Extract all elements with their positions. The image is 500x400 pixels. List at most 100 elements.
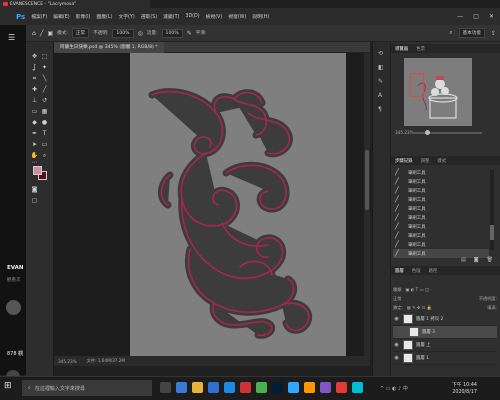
tab-channels[interactable]: 色版 [412, 268, 421, 274]
history-item[interactable]: ╱ 筆刷工具 [393, 186, 489, 195]
taskbar-search[interactable]: ⌕ 在這裡輸入文字來搜尋 [22, 380, 152, 396]
eyedropper-icon[interactable]: ╲ [40, 74, 49, 83]
flow-input[interactable]: 100% [161, 28, 183, 38]
history-item[interactable]: ╱ 筆刷工具 [393, 168, 489, 177]
menu-select[interactable]: 選取(S) [141, 13, 157, 20]
navigator-zoom[interactable]: 345.23% [395, 130, 414, 135]
lock-icons[interactable]: ▦ ✎ ✥ ⊡ 🔒 [407, 305, 432, 311]
layer-filter-kind[interactable]: 種類 [393, 287, 401, 293]
menu-edit[interactable]: 編輯(E) [53, 13, 69, 20]
foreground-color-swatch[interactable] [33, 166, 42, 175]
mail-icon[interactable] [224, 382, 235, 393]
document-tab[interactable]: 阿蘭生日快樂.psd @ 345% (圖層 1, RGB/8) * [54, 41, 164, 53]
layer-row[interactable]: ◉ 圖層 上 [393, 339, 497, 352]
canvas[interactable] [130, 53, 346, 356]
zoom-tool-icon[interactable]: ⌕ [40, 151, 49, 160]
move-tool-icon[interactable]: ✥ [30, 52, 39, 61]
stamp-tool-icon[interactable]: ⊥ [30, 96, 39, 105]
menu-window[interactable]: 視窗(W) [228, 13, 246, 20]
history-item[interactable]: ╱ 筆刷工具 [393, 204, 489, 213]
marquee-tool-icon[interactable]: ⬚ [40, 52, 49, 61]
minimize-button[interactable]: — [457, 13, 463, 20]
history-panel-icon[interactable]: ⟲ [378, 50, 383, 57]
eye-icon[interactable]: ◉ [393, 355, 400, 361]
navigator-zoom-slider[interactable] [412, 132, 482, 134]
workspace-select[interactable]: 基本功能 [458, 28, 485, 38]
healing-brush-icon[interactable]: ✚ [30, 85, 39, 94]
hamburger-icon[interactable]: ☰ [8, 33, 15, 42]
menu-file[interactable]: 檔案(F) [31, 13, 47, 20]
eye-icon[interactable]: ◉ [393, 316, 400, 322]
file-explorer-icon[interactable] [192, 382, 203, 393]
history-item[interactable]: ╱ 筆刷工具 [393, 213, 489, 222]
app-icon[interactable] [352, 382, 363, 393]
tab-paths[interactable]: 路徑 [429, 268, 438, 274]
eye-icon[interactable]: ◉ [393, 342, 400, 348]
menu-filter[interactable]: 濾鏡(T) [163, 13, 179, 20]
history-item[interactable]: ╱ 筆刷工具 [393, 231, 489, 240]
app-icon[interactable] [240, 382, 251, 393]
new-document-icon[interactable]: ▤ [461, 257, 466, 266]
gradient-tool-icon[interactable]: ▦ [40, 107, 49, 116]
camera-icon[interactable]: ◙ [474, 257, 479, 266]
tab-adjustments[interactable]: 調整 [421, 158, 430, 164]
zoom-level[interactable]: 345.23% [58, 359, 77, 364]
lasso-tool-icon[interactable]: ʆ [30, 63, 39, 72]
pressure-opacity-icon[interactable]: ◎ [138, 30, 143, 37]
app-icon[interactable] [304, 382, 315, 393]
close-button[interactable]: ✕ [489, 13, 494, 20]
path-select-icon[interactable]: ➤ [30, 140, 39, 149]
app-icon[interactable] [256, 382, 267, 393]
pen-tool-icon[interactable]: ✒ [30, 129, 39, 138]
brush-panel-icon[interactable]: ▣ [47, 30, 53, 37]
menu-type[interactable]: 文字(Y) [118, 13, 134, 20]
layer-row-selected[interactable]: 圖層 3 [393, 326, 497, 339]
opacity-input[interactable]: 100% [112, 28, 134, 38]
menu-view[interactable]: 檢視(V) [206, 13, 223, 20]
type-tool-icon[interactable]: T [40, 129, 49, 138]
home-icon[interactable]: ⌂ [32, 30, 36, 37]
blur-tool-icon[interactable]: ◆ [30, 118, 39, 127]
app-icon[interactable] [288, 382, 299, 393]
menu-help[interactable]: 說明(H) [252, 13, 269, 20]
paragraph-panel-icon[interactable]: ¶ [378, 106, 382, 113]
shape-tool-icon[interactable]: ▭ [40, 140, 49, 149]
mode-select[interactable]: 正常 [71, 28, 90, 38]
browser-tab[interactable]: EVANESCENCE - "Lacrymosa" [0, 0, 150, 8]
avatar[interactable] [6, 300, 21, 315]
clock[interactable]: 下午 10:44 2020/8/17 [452, 382, 477, 396]
magic-wand-icon[interactable]: ✦ [40, 63, 49, 72]
history-item[interactable]: ╱ 筆刷工具 [393, 195, 489, 204]
tab-styles[interactable]: 樣式 [437, 158, 446, 164]
brush-icon[interactable]: ╱ [40, 30, 44, 37]
system-tray[interactable]: ^ ▭ ◐ ♪ 中 [380, 385, 408, 392]
quick-mask-icon[interactable]: ◙ [30, 185, 39, 194]
tab-navigator[interactable]: 導覽器 [395, 46, 408, 52]
crop-tool-icon[interactable]: ⌗ [30, 74, 39, 83]
layer-row[interactable]: ◉ 圖層 1 [393, 352, 497, 365]
history-brush-icon[interactable]: ↺ [40, 96, 49, 105]
store-icon[interactable] [208, 382, 219, 393]
share-icon[interactable]: ⇪ [491, 30, 496, 37]
brush-settings-icon[interactable]: ✎ [378, 78, 383, 85]
history-item[interactable]: ╱ 筆刷工具 [393, 222, 489, 231]
search-icon[interactable]: ⌕ [449, 29, 452, 37]
maximize-button[interactable]: □ [473, 13, 479, 20]
task-view-icon[interactable] [160, 382, 171, 393]
navigator-zoom-handle[interactable] [425, 130, 430, 135]
canvas-scrollbar-thumb[interactable] [365, 150, 369, 210]
blend-mode-select[interactable]: 正常 [393, 296, 401, 302]
trash-icon[interactable]: 🗑 [487, 257, 493, 266]
tab-layers[interactable]: 圖層 [395, 268, 404, 274]
screen-mode-icon[interactable]: ▢ [30, 196, 39, 205]
tab-swatches[interactable]: 色票 [416, 46, 425, 52]
app-icon[interactable] [336, 382, 347, 393]
layer-row[interactable]: ◉ 圖層 1 拷貝 2 [393, 313, 497, 326]
character-panel-icon[interactable]: A [378, 92, 382, 99]
menu-layer[interactable]: 圖層(L) [96, 13, 112, 20]
windows-start-icon[interactable]: ⊞ [4, 381, 12, 391]
menu-3d[interactable]: 3D(D) [185, 14, 199, 19]
history-item[interactable]: ╱ 筆刷工具 [393, 240, 489, 249]
tab-history[interactable]: 步驟記錄 [395, 158, 413, 164]
navigator-view-box[interactable] [410, 73, 424, 97]
